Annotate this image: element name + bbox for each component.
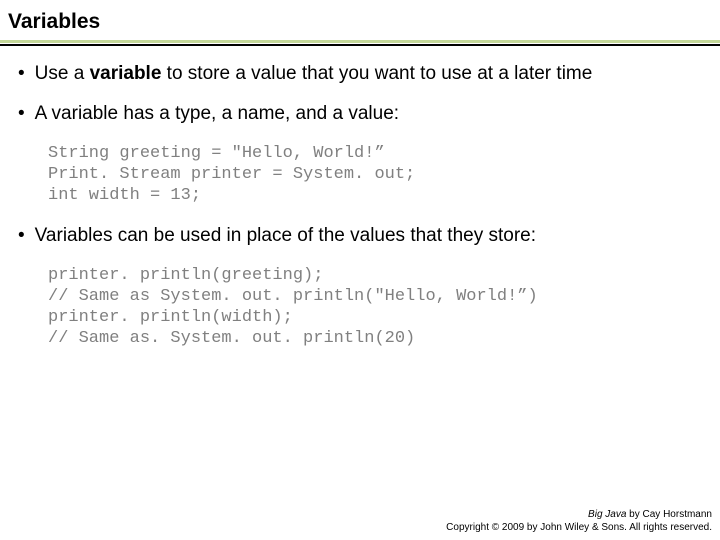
slide-title: Variables	[0, 0, 720, 43]
bullet-2-text: A variable has a type, a name, and a val…	[35, 102, 702, 126]
title-underline	[0, 44, 720, 46]
bullet-1: • Use a variable to store a value that y…	[18, 62, 702, 86]
code-block-2: printer. println(greeting); // Same as S…	[18, 265, 702, 350]
footer-book-title: Big Java	[588, 509, 626, 520]
footer-author: by Cay Horstmann	[626, 509, 712, 520]
bullet-1-pre: Use a	[35, 63, 90, 84]
bullet-3-text: Variables can be used in place of the va…	[35, 224, 702, 248]
bullet-1-text: Use a variable to store a value that you…	[35, 62, 702, 86]
code-block-1: String greeting = "Hello, World!” Print.…	[18, 143, 702, 207]
slide-content: • Use a variable to store a value that y…	[0, 62, 720, 350]
footer-copyright: Copyright © 2009 by John Wiley & Sons. A…	[446, 522, 712, 535]
bullet-dot-icon: •	[18, 102, 25, 126]
bullet-dot-icon: •	[18, 224, 25, 248]
bullet-1-post: to store a value that you want to use at…	[161, 63, 592, 84]
bullet-dot-icon: •	[18, 62, 25, 86]
bullet-1-bold: variable	[90, 63, 162, 84]
footer-line1: Big Java by Cay Horstmann	[446, 509, 712, 522]
footer: Big Java by Cay Horstmann Copyright © 20…	[446, 509, 712, 534]
bullet-3: • Variables can be used in place of the …	[18, 224, 702, 248]
bullet-2: • A variable has a type, a name, and a v…	[18, 102, 702, 126]
